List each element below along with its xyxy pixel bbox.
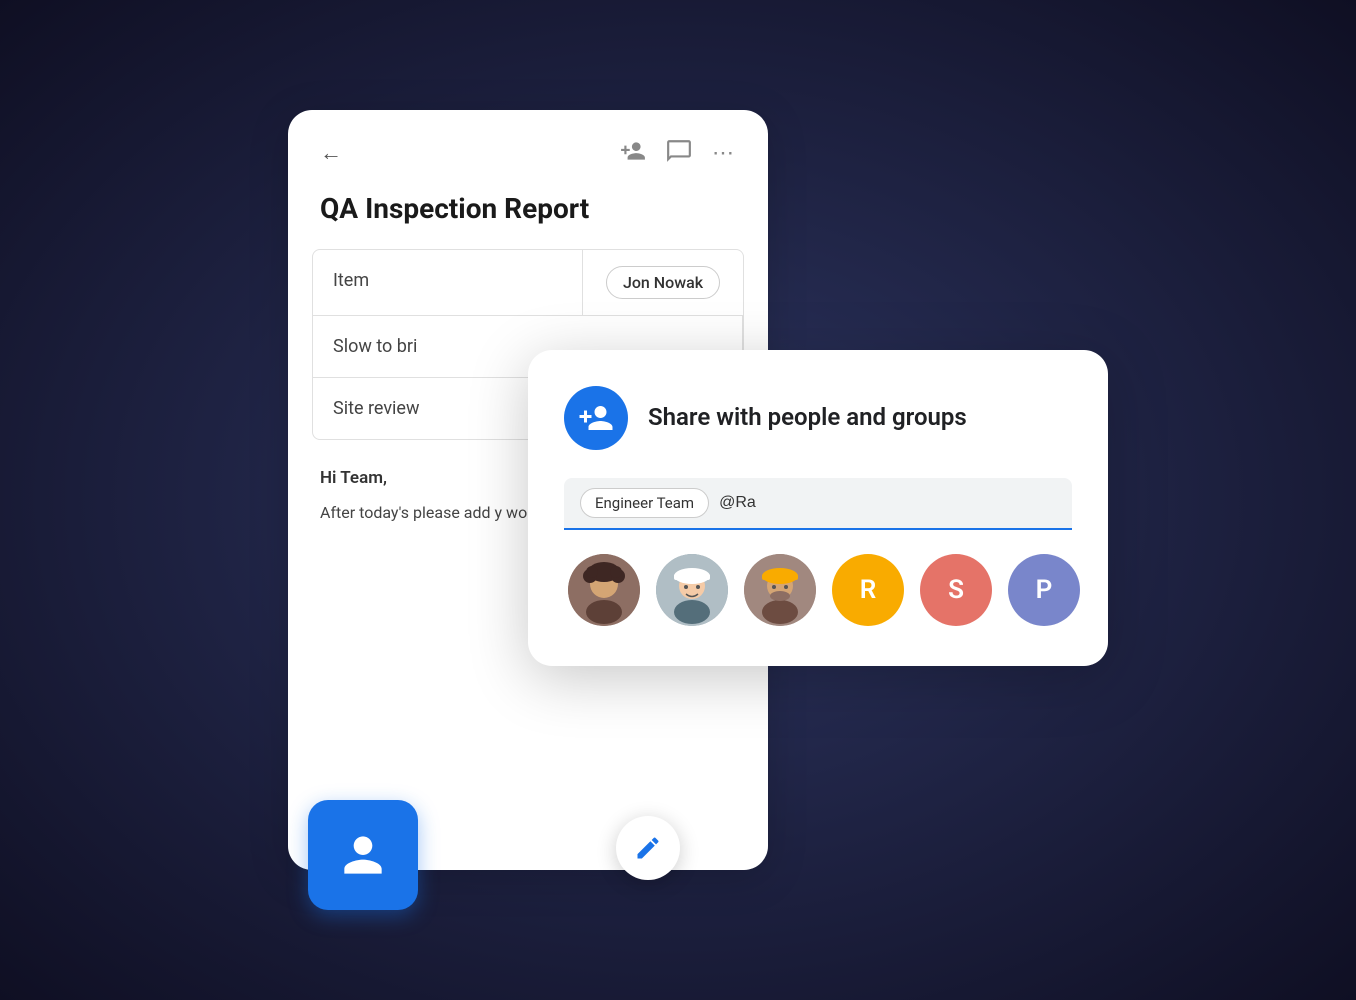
avatar-person2[interactable] bbox=[656, 554, 728, 626]
share-card: Share with people and groups Engineer Te… bbox=[528, 350, 1108, 666]
doc-title: QA Inspection Report bbox=[288, 184, 768, 249]
jon-badge: Jon Nowak bbox=[606, 266, 720, 299]
add-person-icon[interactable] bbox=[620, 138, 646, 168]
scene: ← ⋯ QA I bbox=[228, 70, 1128, 930]
avatar-r[interactable]: R bbox=[832, 554, 904, 626]
table-cell-item: Item bbox=[313, 250, 583, 315]
table-row: Item Jon Nowak bbox=[313, 250, 743, 316]
share-icon-circle bbox=[564, 386, 628, 450]
engineer-team-tag: Engineer Team bbox=[580, 488, 709, 518]
avatars-row: R S P bbox=[564, 554, 1072, 626]
share-title: Share with people and groups bbox=[648, 402, 967, 433]
share-input-area[interactable]: Engineer Team bbox=[564, 478, 1072, 530]
notes-icon[interactable] bbox=[666, 138, 692, 168]
avatar-s[interactable]: S bbox=[920, 554, 992, 626]
doc-header: ← ⋯ bbox=[288, 110, 768, 184]
avatar-p[interactable]: P bbox=[1008, 554, 1080, 626]
avatar-person3[interactable] bbox=[744, 554, 816, 626]
blue-card bbox=[308, 800, 418, 910]
avatar-r-letter: R bbox=[860, 575, 877, 605]
back-button[interactable]: ← bbox=[320, 140, 342, 166]
avatar-p-letter: P bbox=[1036, 575, 1053, 605]
more-icon[interactable]: ⋯ bbox=[712, 141, 736, 166]
avatar-s-letter: S bbox=[948, 575, 964, 605]
doc-header-actions: ⋯ bbox=[620, 138, 736, 168]
share-input[interactable] bbox=[719, 494, 1056, 512]
avatar-person1[interactable] bbox=[568, 554, 640, 626]
fab-edit-button[interactable] bbox=[616, 816, 680, 880]
share-header: Share with people and groups bbox=[564, 386, 1072, 450]
table-cell-jon: Jon Nowak bbox=[583, 250, 743, 315]
